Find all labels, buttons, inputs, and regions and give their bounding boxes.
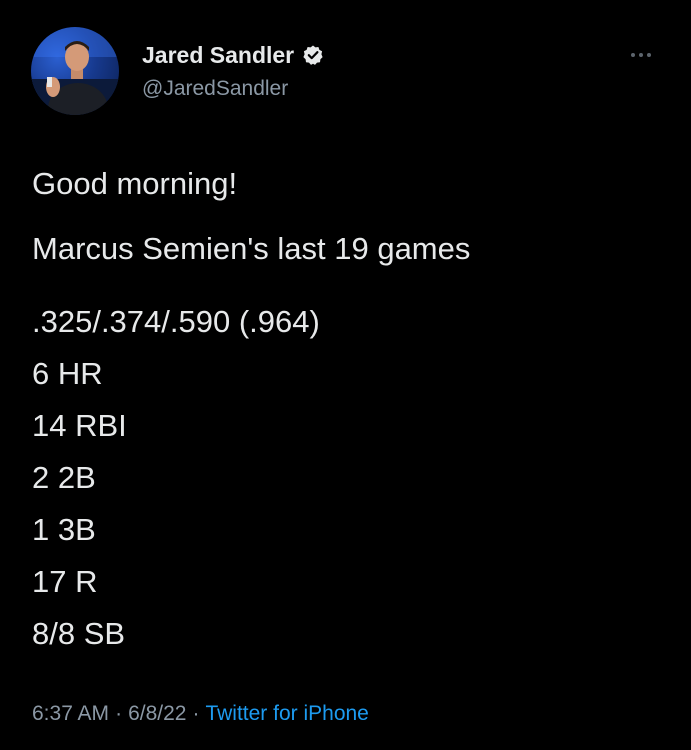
verified-badge-icon (302, 44, 324, 66)
stat-line: .325/.374/.590 (.964) (32, 304, 320, 339)
stat-line: 17 R (32, 564, 98, 599)
tweet-meta: 6:37 AM · 6/8/22 · Twitter for iPhone (32, 700, 369, 728)
tweet-greeting: Good morning! (32, 166, 238, 201)
avatar-photo-icon (31, 27, 119, 115)
more-horizontal-icon (631, 53, 635, 57)
stat-line: 1 3B (32, 512, 96, 547)
author-handle[interactable]: @JaredSandler (142, 76, 288, 102)
tweet-heading: Marcus Semien's last 19 games (32, 231, 471, 266)
tweet-card: Jared Sandler @JaredSandler Good morning… (0, 0, 691, 750)
more-dot (639, 53, 643, 57)
author-display-name[interactable]: Jared Sandler (142, 41, 294, 69)
stat-line: 8/8 SB (32, 616, 126, 651)
meta-separator: · (115, 702, 123, 725)
stat-line: 2 2B (32, 460, 96, 495)
stat-line: 14 RBI (32, 408, 127, 443)
author-avatar[interactable] (31, 27, 119, 115)
more-dot (647, 53, 651, 57)
stat-line: 6 HR (32, 356, 103, 391)
tweet-time[interactable]: 6:37 AM (32, 702, 109, 725)
stats-list: .325/.374/.590 (.964) 6 HR 14 RBI 2 2B 1… (32, 296, 320, 660)
tweet-source-link[interactable]: Twitter for iPhone (205, 702, 368, 725)
more-options-button[interactable] (619, 45, 663, 65)
author-name-row[interactable]: Jared Sandler (142, 41, 324, 69)
meta-separator: · (192, 702, 200, 725)
tweet-date[interactable]: 6/8/22 (128, 702, 186, 725)
